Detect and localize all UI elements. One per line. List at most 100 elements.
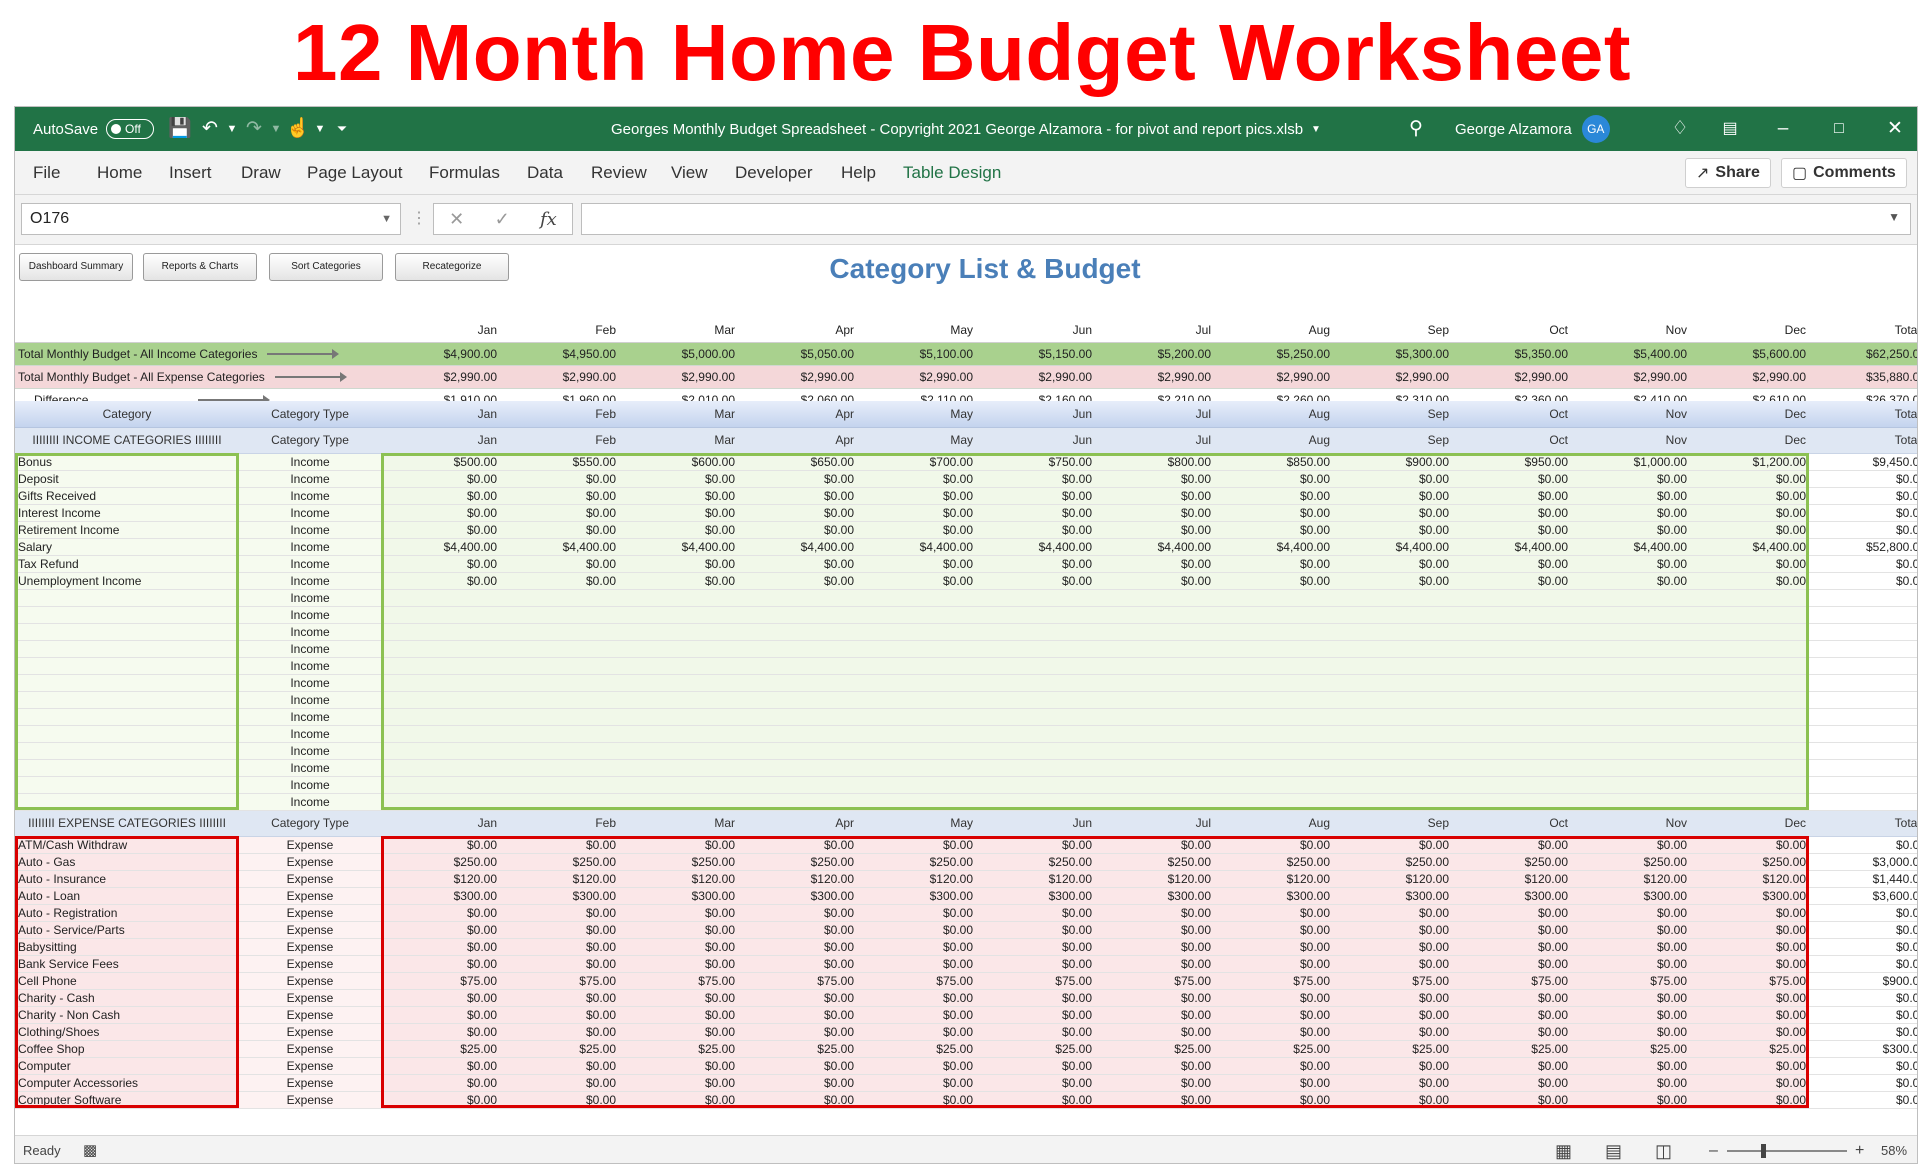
month-value[interactable]	[500, 674, 619, 692]
month-value[interactable]: $0.00	[619, 1074, 738, 1092]
month-value[interactable]	[1690, 657, 1809, 675]
month-value[interactable]	[619, 759, 738, 777]
blank-cell[interactable]	[15, 319, 381, 343]
month-value[interactable]: $0.00	[500, 1006, 619, 1024]
month-value[interactable]: $0.00	[1214, 521, 1333, 539]
category-name[interactable]	[15, 640, 239, 658]
month-value[interactable]	[1095, 725, 1214, 743]
month-value[interactable]	[381, 759, 500, 777]
category-name[interactable]: Clothing/Shoes	[15, 1023, 239, 1041]
month-value[interactable]	[738, 759, 857, 777]
month-value[interactable]	[976, 725, 1095, 743]
month-value[interactable]: $250.00	[1333, 853, 1452, 871]
month-value[interactable]: $300.00	[381, 887, 500, 905]
summary-value[interactable]: $5,150.00	[976, 342, 1095, 366]
month-header[interactable]: Apr	[738, 427, 857, 454]
row-total[interactable]	[1809, 640, 1917, 658]
month-header[interactable]: Jan	[381, 810, 500, 837]
month-value[interactable]	[619, 606, 738, 624]
category-name[interactable]: Unemployment Income	[15, 572, 239, 590]
month-value[interactable]: $0.00	[1571, 1006, 1690, 1024]
month-value[interactable]	[857, 691, 976, 709]
month-value[interactable]: $0.00	[1452, 487, 1571, 505]
month-value[interactable]: $0.00	[381, 1006, 500, 1024]
month-value[interactable]: $0.00	[619, 989, 738, 1007]
month-value[interactable]: $4,400.00	[1571, 538, 1690, 556]
month-value[interactable]: $0.00	[857, 955, 976, 973]
month-value[interactable]	[857, 674, 976, 692]
summary-value[interactable]: $5,350.00	[1452, 342, 1571, 366]
month-value[interactable]	[1571, 742, 1690, 760]
month-value[interactable]	[1333, 776, 1452, 794]
month-value[interactable]: $0.00	[1333, 938, 1452, 956]
month-value[interactable]: $0.00	[1452, 521, 1571, 539]
month-value[interactable]	[857, 776, 976, 794]
month-value[interactable]: $4,400.00	[976, 538, 1095, 556]
month-value[interactable]: $950.00	[1452, 453, 1571, 471]
row-total[interactable]	[1809, 725, 1917, 743]
month-value[interactable]: $0.00	[1333, 989, 1452, 1007]
month-value[interactable]: $75.00	[1214, 972, 1333, 990]
month-value[interactable]	[1214, 640, 1333, 658]
month-value[interactable]: $0.00	[976, 555, 1095, 573]
month-value[interactable]: $0.00	[619, 572, 738, 590]
category-type[interactable]: Income	[239, 691, 381, 709]
month-value[interactable]: $0.00	[1214, 504, 1333, 522]
month-value[interactable]: $0.00	[1571, 938, 1690, 956]
month-value[interactable]: $0.00	[619, 938, 738, 956]
summary-value[interactable]: $4,950.00	[500, 342, 619, 366]
month-value[interactable]: $0.00	[1333, 921, 1452, 939]
month-value[interactable]: $0.00	[738, 487, 857, 505]
month-value[interactable]: $0.00	[381, 572, 500, 590]
month-value[interactable]: $120.00	[857, 870, 976, 888]
month-header[interactable]: Oct	[1452, 810, 1571, 837]
month-value[interactable]: $120.00	[1333, 870, 1452, 888]
month-value[interactable]: $0.00	[1214, 1006, 1333, 1024]
month-value[interactable]: $0.00	[738, 904, 857, 922]
month-value[interactable]	[1571, 708, 1690, 726]
month-value[interactable]	[738, 742, 857, 760]
month-value[interactable]: $0.00	[1690, 904, 1809, 922]
month-value[interactable]: $0.00	[1214, 1074, 1333, 1092]
month-value[interactable]: $0.00	[976, 836, 1095, 854]
month-value[interactable]: $0.00	[1690, 921, 1809, 939]
month-header[interactable]: Aug	[1214, 427, 1333, 454]
summary-value[interactable]: $2,990.00	[1571, 365, 1690, 389]
month-value[interactable]	[1333, 759, 1452, 777]
month-value[interactable]: $0.00	[1571, 555, 1690, 573]
month-value[interactable]: $0.00	[857, 504, 976, 522]
month-value[interactable]: $0.00	[857, 470, 976, 488]
month-value[interactable]: $0.00	[976, 487, 1095, 505]
month-value[interactable]	[381, 708, 500, 726]
month-value[interactable]	[857, 708, 976, 726]
month-value[interactable]: $0.00	[738, 504, 857, 522]
month-header[interactable]: Jun	[976, 401, 1095, 428]
category-name[interactable]	[15, 691, 239, 709]
row-total[interactable]	[1809, 674, 1917, 692]
month-value[interactable]: $700.00	[857, 453, 976, 471]
month-value[interactable]	[1214, 708, 1333, 726]
category-type[interactable]: Income	[239, 725, 381, 743]
month-header[interactable]: Dec	[1690, 319, 1809, 343]
month-value[interactable]: $0.00	[619, 904, 738, 922]
autosave-control[interactable]: AutoSave Off	[33, 107, 155, 151]
summary-value[interactable]: $2,990.00	[1452, 365, 1571, 389]
summary-value[interactable]: $4,900.00	[381, 342, 500, 366]
month-value[interactable]: $75.00	[619, 972, 738, 990]
month-value[interactable]: $750.00	[976, 453, 1095, 471]
category-name[interactable]: Computer Software	[15, 1091, 239, 1109]
month-value[interactable]: $4,400.00	[619, 538, 738, 556]
row-total[interactable]: $1,440.00	[1809, 870, 1917, 888]
month-value[interactable]: $0.00	[1333, 521, 1452, 539]
month-value[interactable]	[1571, 640, 1690, 658]
month-value[interactable]	[738, 606, 857, 624]
month-value[interactable]: $1,000.00	[1571, 453, 1690, 471]
month-value[interactable]: $0.00	[1095, 487, 1214, 505]
month-value[interactable]	[1452, 691, 1571, 709]
month-value[interactable]	[976, 776, 1095, 794]
category-type[interactable]: Expense	[239, 1040, 381, 1058]
month-header[interactable]: Jul	[1095, 319, 1214, 343]
month-value[interactable]	[1214, 776, 1333, 794]
month-value[interactable]: $0.00	[1571, 487, 1690, 505]
month-value[interactable]: $0.00	[738, 1091, 857, 1109]
